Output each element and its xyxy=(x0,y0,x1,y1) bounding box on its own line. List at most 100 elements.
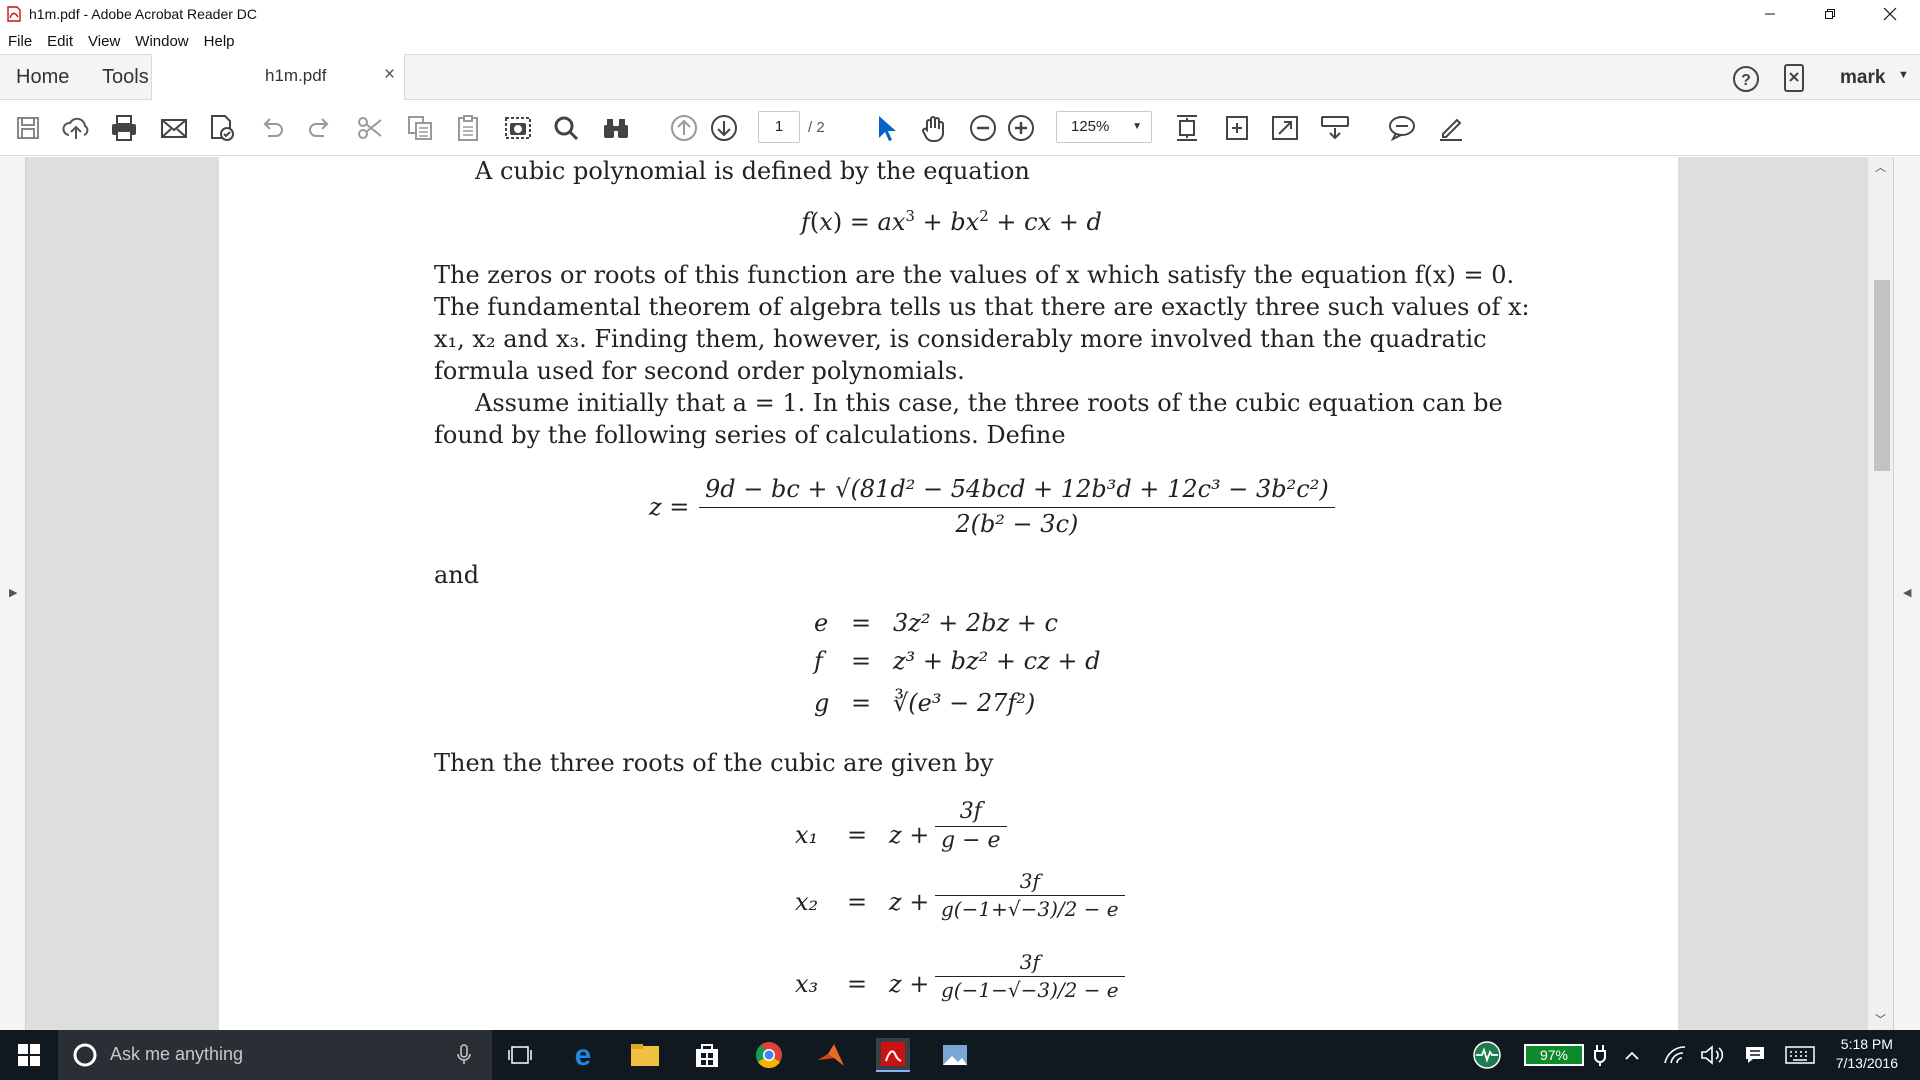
cut-icon[interactable] xyxy=(354,112,386,144)
snapshot-icon[interactable] xyxy=(502,112,534,144)
zoom-dropdown-icon: ▼ xyxy=(1132,121,1142,132)
equation-z-denominator: 2(b² − 3c) xyxy=(699,507,1335,538)
task-view-icon[interactable] xyxy=(503,1038,537,1072)
find-binoculars-icon[interactable] xyxy=(600,112,632,144)
left-pane-toggle[interactable]: ▶ xyxy=(0,157,26,1030)
equation-z-numerator: 9d − bc + √(81d² − 54bcd + 12b³d + 12c³ … xyxy=(705,475,1329,503)
save-icon[interactable] xyxy=(12,112,44,144)
wifi-icon[interactable] xyxy=(1660,1038,1690,1072)
root-x2-equals: = xyxy=(847,888,868,916)
full-screen-icon[interactable] xyxy=(1269,112,1301,144)
minimize-button[interactable] xyxy=(1740,0,1800,28)
zoom-in-icon[interactable] xyxy=(1005,112,1037,144)
health-monitor-icon[interactable] xyxy=(1470,1038,1504,1072)
page-number-input[interactable]: 1 xyxy=(758,111,800,143)
fit-page-icon[interactable] xyxy=(1171,112,1203,144)
scrollbar-thumb[interactable] xyxy=(1874,280,1890,471)
vertical-scrollbar[interactable]: ︿ ﹀ xyxy=(1868,157,1893,1030)
doc-paragraph-1-line-4: formula used for second order polynomial… xyxy=(434,357,965,385)
root-x3-fraction: 3f g(−1−√−3)/2 − e xyxy=(935,950,1125,1002)
menu-window[interactable]: Window xyxy=(135,33,188,50)
copy-icon[interactable] xyxy=(404,112,436,144)
show-hidden-icons-icon[interactable] xyxy=(1620,1038,1644,1072)
account-dropdown-icon[interactable]: ▼ xyxy=(1898,69,1909,81)
cortana-search-box[interactable]: Ask me anything xyxy=(58,1030,492,1080)
keyboard-scroll-icon[interactable] xyxy=(1319,112,1351,144)
email-icon[interactable] xyxy=(158,112,190,144)
page-total: / 2 xyxy=(808,119,825,136)
undo-icon[interactable] xyxy=(256,112,288,144)
file-explorer-icon[interactable] xyxy=(628,1038,662,1072)
tab-document-label: h1m.pdf xyxy=(265,66,327,85)
svg-text:e: e xyxy=(575,1040,592,1070)
convert-pdf-icon[interactable] xyxy=(206,112,238,144)
zoom-out-icon[interactable] xyxy=(967,112,999,144)
mobile-link-icon[interactable] xyxy=(1782,63,1806,98)
redo-icon[interactable] xyxy=(304,112,336,144)
tab-close-icon[interactable]: × xyxy=(384,64,395,86)
pdf-page: A cubic polynomial is defined by the equ… xyxy=(219,157,1678,1030)
matlab-icon[interactable] xyxy=(814,1038,848,1072)
root-x3-numerator: 3f xyxy=(1019,950,1040,974)
scroll-up-icon[interactable]: ︿ xyxy=(1875,159,1886,175)
store-icon[interactable] xyxy=(690,1038,724,1072)
chrome-icon[interactable] xyxy=(752,1038,786,1072)
system-clock[interactable]: 5:18 PM 7/13/2016 xyxy=(1836,1035,1898,1073)
restore-button[interactable] xyxy=(1800,0,1860,28)
tab-home[interactable]: Home xyxy=(16,55,69,101)
root-x2-denominator: g(−1+√−3)/2 − e xyxy=(935,895,1125,921)
root-x3-equals: = xyxy=(847,970,868,998)
equation-z-lhs: z = xyxy=(649,493,690,521)
previous-page-icon[interactable] xyxy=(668,112,700,144)
doc-then: Then the three roots of the cubic are gi… xyxy=(434,749,994,777)
tab-document[interactable]: h1m.pdf × xyxy=(151,54,405,101)
next-page-icon[interactable] xyxy=(708,112,740,144)
def-g-lhs: g xyxy=(814,689,830,717)
search-icon[interactable] xyxy=(550,112,582,144)
menu-file[interactable]: File xyxy=(8,33,32,50)
volume-icon[interactable] xyxy=(1698,1038,1728,1072)
power-plug-icon[interactable] xyxy=(1588,1038,1612,1072)
highlight-pen-icon[interactable] xyxy=(1435,112,1467,144)
user-account-name[interactable]: mark xyxy=(1840,67,1885,89)
paste-icon[interactable] xyxy=(452,112,484,144)
rotate-view-icon[interactable] xyxy=(1221,112,1253,144)
expand-right-icon[interactable]: ◀ xyxy=(1903,586,1911,599)
windows-taskbar: Ask me anything e 97% 5:18 PM 7/13/2016 xyxy=(0,1030,1920,1080)
zoom-level-value: 125% xyxy=(1071,118,1110,135)
upload-cloud-icon[interactable] xyxy=(60,112,92,144)
scroll-down-icon[interactable]: ﹀ xyxy=(1875,1011,1886,1027)
help-icon[interactable]: ? xyxy=(1732,65,1760,98)
menu-edit[interactable]: Edit xyxy=(47,33,73,50)
comment-icon[interactable] xyxy=(1386,112,1418,144)
right-pane-toggle[interactable]: ◀ xyxy=(1893,157,1920,1030)
microphone-icon[interactable] xyxy=(456,1043,472,1072)
title-bar: h1m.pdf - Adobe Acrobat Reader DC xyxy=(0,0,1920,28)
root-x1-denominator: g − e xyxy=(935,826,1007,853)
action-center-icon[interactable] xyxy=(1740,1038,1770,1072)
doc-and: and xyxy=(434,561,480,589)
touch-keyboard-icon[interactable] xyxy=(1782,1038,1818,1072)
battery-indicator[interactable]: 97% xyxy=(1524,1044,1584,1066)
menu-help[interactable]: Help xyxy=(204,33,235,50)
root-x2-z-plus: z + xyxy=(889,888,930,916)
print-icon[interactable] xyxy=(108,112,140,144)
menu-view[interactable]: View xyxy=(88,33,120,50)
doc-paragraph-1-line-3: x₁, x₂ and x₃. Finding them, however, is… xyxy=(434,325,1487,353)
zoom-level-select[interactable]: 125% ▼ xyxy=(1056,111,1152,143)
photos-app-icon[interactable] xyxy=(938,1038,972,1072)
equation-z-fraction: 9d − bc + √(81d² − 54bcd + 12b³d + 12c³ … xyxy=(699,475,1335,538)
def-e-rhs: 3z² + 2bz + c xyxy=(893,609,1058,637)
hand-tool-icon[interactable] xyxy=(918,112,950,144)
expand-left-icon[interactable]: ▶ xyxy=(9,586,17,599)
def-e-equals: = xyxy=(851,609,872,637)
close-window-button[interactable] xyxy=(1860,0,1920,28)
windows-start-icon[interactable] xyxy=(12,1038,46,1072)
tab-tools[interactable]: Tools xyxy=(102,55,149,101)
root-x1-equals: = xyxy=(847,821,868,849)
acrobat-taskbar-icon[interactable] xyxy=(876,1038,910,1072)
edge-browser-icon[interactable]: e xyxy=(566,1038,600,1072)
tab-bar: Home Tools h1m.pdf × ? mark ▼ xyxy=(0,54,1920,101)
select-cursor-icon[interactable] xyxy=(870,112,902,144)
root-x3-z-plus: z + xyxy=(889,970,930,998)
